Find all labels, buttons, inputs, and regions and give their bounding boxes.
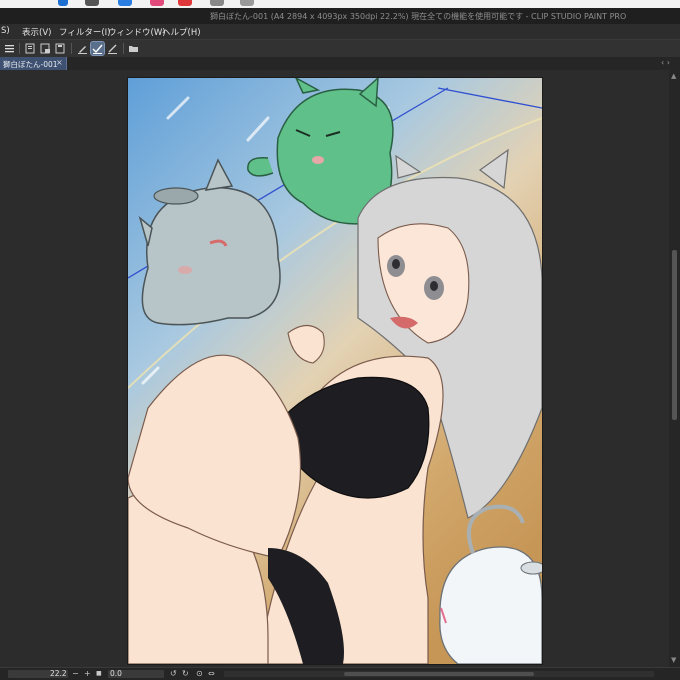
menu-item-partial[interactable]: S) (1, 26, 10, 36)
open-file-icon[interactable] (39, 42, 52, 55)
taskbar-app-icon[interactable] (85, 0, 99, 6)
pen-icon[interactable] (76, 42, 89, 55)
zoom-out-button[interactable]: − (72, 669, 79, 678)
scroll-up-icon[interactable]: ▲ (671, 72, 676, 80)
window-title: 獅白ぼたん-001 (A4 2894 x 4093px 350dpi 22.2%… (210, 12, 627, 21)
menu-icon[interactable] (3, 42, 16, 55)
draw-icon[interactable] (106, 42, 119, 55)
save-icon[interactable] (54, 42, 67, 55)
taskbar-app-icon[interactable] (58, 0, 68, 6)
toolbar-separator (123, 43, 124, 54)
check-icon[interactable] (90, 41, 105, 56)
rotation-value[interactable]: 0.0 (110, 669, 122, 678)
folder-icon[interactable] (127, 42, 140, 55)
flip-icon[interactable]: ⇔ (208, 669, 215, 678)
menu-bar: S) 表示(V) フィルター(I) ウィンドウ(W) ヘルプ(H) (0, 24, 680, 40)
toolbar-separator (71, 43, 72, 54)
os-taskbar (0, 0, 680, 8)
taskbar-app-icon[interactable] (118, 0, 132, 6)
close-icon[interactable]: × (56, 58, 63, 67)
tab-label: 獅白ぼたん-001 (3, 60, 58, 69)
window-titlebar[interactable]: 獅白ぼたん-001 (A4 2894 x 4093px 350dpi 22.2%… (0, 8, 680, 24)
toolbar-separator (19, 43, 20, 54)
fit-view-button[interactable]: ■ (96, 670, 102, 677)
zoom-in-button[interactable]: + (84, 669, 91, 678)
tab-scroll-arrows[interactable]: ‹ › (661, 58, 670, 67)
taskbar-app-icon[interactable] (240, 0, 254, 6)
reset-rotation-icon[interactable]: ⊙ (196, 669, 203, 678)
menu-item-view[interactable]: 表示(V) (22, 26, 51, 38)
zoom-value[interactable]: 22.2 (50, 669, 67, 678)
menu-item-filter[interactable]: フィルター(I) (59, 26, 110, 38)
tab-active-document[interactable]: 獅白ぼたん-001 × (0, 57, 67, 70)
scroll-down-icon[interactable]: ▼ (671, 656, 676, 664)
vertical-scrollbar[interactable]: ▲ ▼ (669, 70, 680, 667)
horizontal-scrollbar[interactable] (224, 671, 654, 677)
menu-item-window[interactable]: ウィンドウ(W) (108, 26, 166, 38)
rotate-left-icon[interactable]: ↺ (170, 669, 177, 678)
rotate-right-icon[interactable]: ↻ (182, 669, 189, 678)
illustration-artwork (128, 78, 542, 664)
new-canvas-icon[interactable] (24, 42, 37, 55)
drawing-canvas[interactable] (128, 78, 542, 664)
scrollbar-thumb[interactable] (672, 250, 677, 420)
taskbar-app-icon[interactable] (210, 0, 224, 6)
scrollbar-thumb[interactable] (344, 672, 534, 676)
taskbar-app-icon[interactable] (150, 0, 164, 6)
command-bar (0, 40, 680, 58)
document-tabs: 獅白ぼたん-001 × ‹ › (0, 57, 680, 70)
taskbar-app-icon[interactable] (178, 0, 192, 6)
status-bar: 22.2 − + ■ 0.0 ↺ ↻ ⊙ ⇔ (0, 667, 680, 680)
menu-item-help[interactable]: ヘルプ(H) (162, 26, 201, 38)
